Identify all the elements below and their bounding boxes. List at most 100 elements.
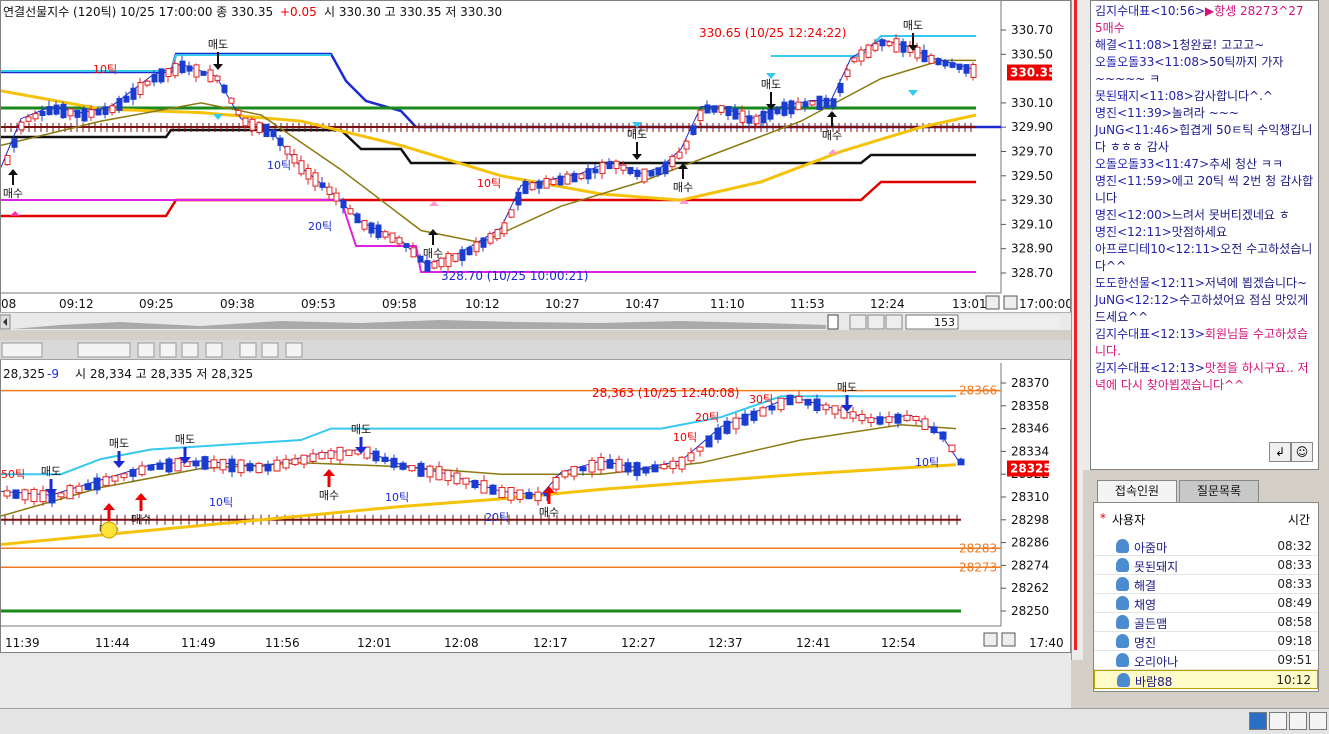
chat-author[interactable]: 오돌오돌33<11:08> xyxy=(1095,55,1209,69)
user-row[interactable]: 명진 09:18 xyxy=(1094,632,1318,651)
candle-down xyxy=(74,109,81,118)
user-time: 09:18 xyxy=(1277,634,1312,648)
user-row[interactable]: 바람88 10:12 xyxy=(1094,670,1318,689)
candle-up xyxy=(21,489,29,501)
user-row[interactable]: 골든맴 08:58 xyxy=(1094,613,1318,632)
zoom-value[interactable]: 153 xyxy=(934,316,955,329)
chat-author[interactable]: 오돌오돌33<11:47> xyxy=(1095,157,1209,171)
candle-down xyxy=(201,456,209,470)
chat-author[interactable]: 김지수대표<12:13> xyxy=(1095,327,1205,341)
x-tick-label: 09:58 xyxy=(382,297,417,311)
col-user[interactable]: 사용자 xyxy=(1112,511,1145,528)
top-chart-change: +0.05 xyxy=(280,5,317,19)
candle-up xyxy=(660,463,668,470)
layout-split-icon[interactable] xyxy=(1269,712,1287,730)
bottom-chart-svg[interactable]: 28,325 -9 시 28,334 고 28,335 저 28,325 28370 2… xyxy=(1,341,1071,653)
chart-scrollbar[interactable]: 153 xyxy=(0,312,1071,330)
layout-grid-icon[interactable] xyxy=(1309,712,1327,730)
candle-down xyxy=(123,95,130,103)
user-name: 채영 xyxy=(1134,598,1157,612)
candle-up xyxy=(207,69,214,83)
user-avatar-icon xyxy=(1116,653,1129,667)
chat-text: 저녁에 뵙겠습니다~ xyxy=(1204,276,1308,290)
user-row[interactable]: 오리아나 09:51 xyxy=(1094,651,1318,670)
chat-author[interactable]: 명진<11:59> xyxy=(1095,174,1172,188)
candle-down xyxy=(221,84,228,93)
candle-down xyxy=(768,405,776,411)
search-icon xyxy=(1001,632,1016,647)
chat-author[interactable]: 도도한선물<12:11> xyxy=(1095,276,1205,290)
y-tick-label: 28274 xyxy=(1011,558,1049,572)
candle-up xyxy=(144,80,151,86)
candle-up xyxy=(462,477,470,485)
candle-down xyxy=(53,104,60,115)
candle-up xyxy=(867,417,875,424)
candle-down xyxy=(571,172,578,183)
bottom-chart-panel[interactable]: 28,325 -9 시 28,334 고 28,335 저 28,325 28370 2… xyxy=(0,340,1071,653)
chat-author[interactable]: 명진<12:00> xyxy=(1095,208,1172,222)
chat-author[interactable]: 명진<11:39> xyxy=(1095,106,1172,120)
candle-down xyxy=(179,60,186,74)
bottom-chart-toolbar[interactable] xyxy=(0,340,1071,360)
candle-down xyxy=(633,462,641,477)
candle-down xyxy=(579,466,587,472)
level-badge: 28273 xyxy=(959,560,997,574)
emoticon-icon[interactable]: ☺ xyxy=(1291,442,1313,462)
chat-author[interactable]: JuNG<12:12> xyxy=(1095,293,1179,307)
candle-down xyxy=(714,427,722,440)
candle-down xyxy=(585,168,592,180)
star-icon: * xyxy=(1100,511,1106,525)
chat-message: 명진<12:00>느려서 못버티겠네요 ㅎ xyxy=(1091,207,1318,224)
chat-author[interactable]: 못된돼지<11:08> xyxy=(1095,89,1194,103)
x-tick-label: 12:17 xyxy=(533,636,568,650)
candle-up xyxy=(408,465,416,472)
layout-quad-icon[interactable] xyxy=(1289,712,1307,730)
candle-up xyxy=(777,397,785,411)
sell-label: 매도 xyxy=(761,78,781,91)
chat-author[interactable]: 해결<11:08> xyxy=(1095,38,1172,52)
candle-down xyxy=(876,416,884,425)
status-bar xyxy=(0,708,1329,734)
x-tick-label: 09:38 xyxy=(220,297,255,311)
top-chart-svg[interactable]: 연결선물지수 (120틱) 10/25 17:00:00 종 330.35 +0.… xyxy=(1,1,1071,318)
enter-icon[interactable]: ↲ xyxy=(1269,442,1291,462)
candle-down xyxy=(515,191,522,206)
candle-up xyxy=(219,458,227,471)
candle-up xyxy=(312,172,319,187)
chat-author[interactable]: 명진<12:11> xyxy=(1095,225,1172,239)
tick10-label: 10틱 xyxy=(673,431,697,444)
candle-up xyxy=(669,460,677,470)
user-row[interactable]: 아줌마 08:32 xyxy=(1094,537,1318,556)
candle-up xyxy=(529,182,536,191)
candle-up xyxy=(494,229,501,240)
candle-down xyxy=(813,398,821,411)
tab-question-list[interactable]: 질문목록 xyxy=(1179,480,1259,502)
chat-author[interactable]: 아프로디테10<12:11> xyxy=(1095,242,1220,256)
tick20-label: 20틱 xyxy=(485,511,509,524)
chat-message: 도도한선물<12:11>저녁에 뵙겠습니다~ xyxy=(1091,275,1318,292)
top-chart-panel[interactable]: 연결선물지수 (120틱) 10/25 17:00:00 종 330.35 +0.… xyxy=(0,0,1071,318)
candle-up xyxy=(396,237,403,245)
chat-author[interactable]: 김지수대표<10:56> xyxy=(1095,4,1205,18)
chat-author[interactable]: JuNG<11:46> xyxy=(1095,123,1179,137)
candle-up xyxy=(570,466,578,477)
chat-author[interactable]: 김지수대표<12:13> xyxy=(1095,361,1205,375)
candle-down xyxy=(319,182,326,188)
x-tick-label: 12:54 xyxy=(881,636,916,650)
candle-down xyxy=(60,103,67,119)
y-tick-label: 329.90 xyxy=(1011,120,1053,134)
candle-up xyxy=(435,466,443,481)
candle-down xyxy=(963,64,970,74)
candle-up xyxy=(507,487,515,501)
user-row[interactable]: 못된돼지 08:33 xyxy=(1094,556,1318,575)
tab-connected-users[interactable]: 접속인원 xyxy=(1097,480,1177,502)
user-row[interactable]: 해결 08:33 xyxy=(1094,575,1318,594)
candle-down xyxy=(648,170,655,177)
layout-single-icon[interactable] xyxy=(1249,712,1267,730)
y-tick-label: 328.70 xyxy=(1011,266,1053,280)
chat-message: JuNG<12:12>수고하셨어요 점심 맛있게드세요^^ xyxy=(1091,292,1318,326)
col-time[interactable]: 시간 xyxy=(1288,511,1310,528)
chat-scrollbar[interactable] xyxy=(1078,0,1090,470)
user-row[interactable]: 채영 08:49 xyxy=(1094,594,1318,613)
y-tick-label: 28346 xyxy=(1011,422,1049,436)
